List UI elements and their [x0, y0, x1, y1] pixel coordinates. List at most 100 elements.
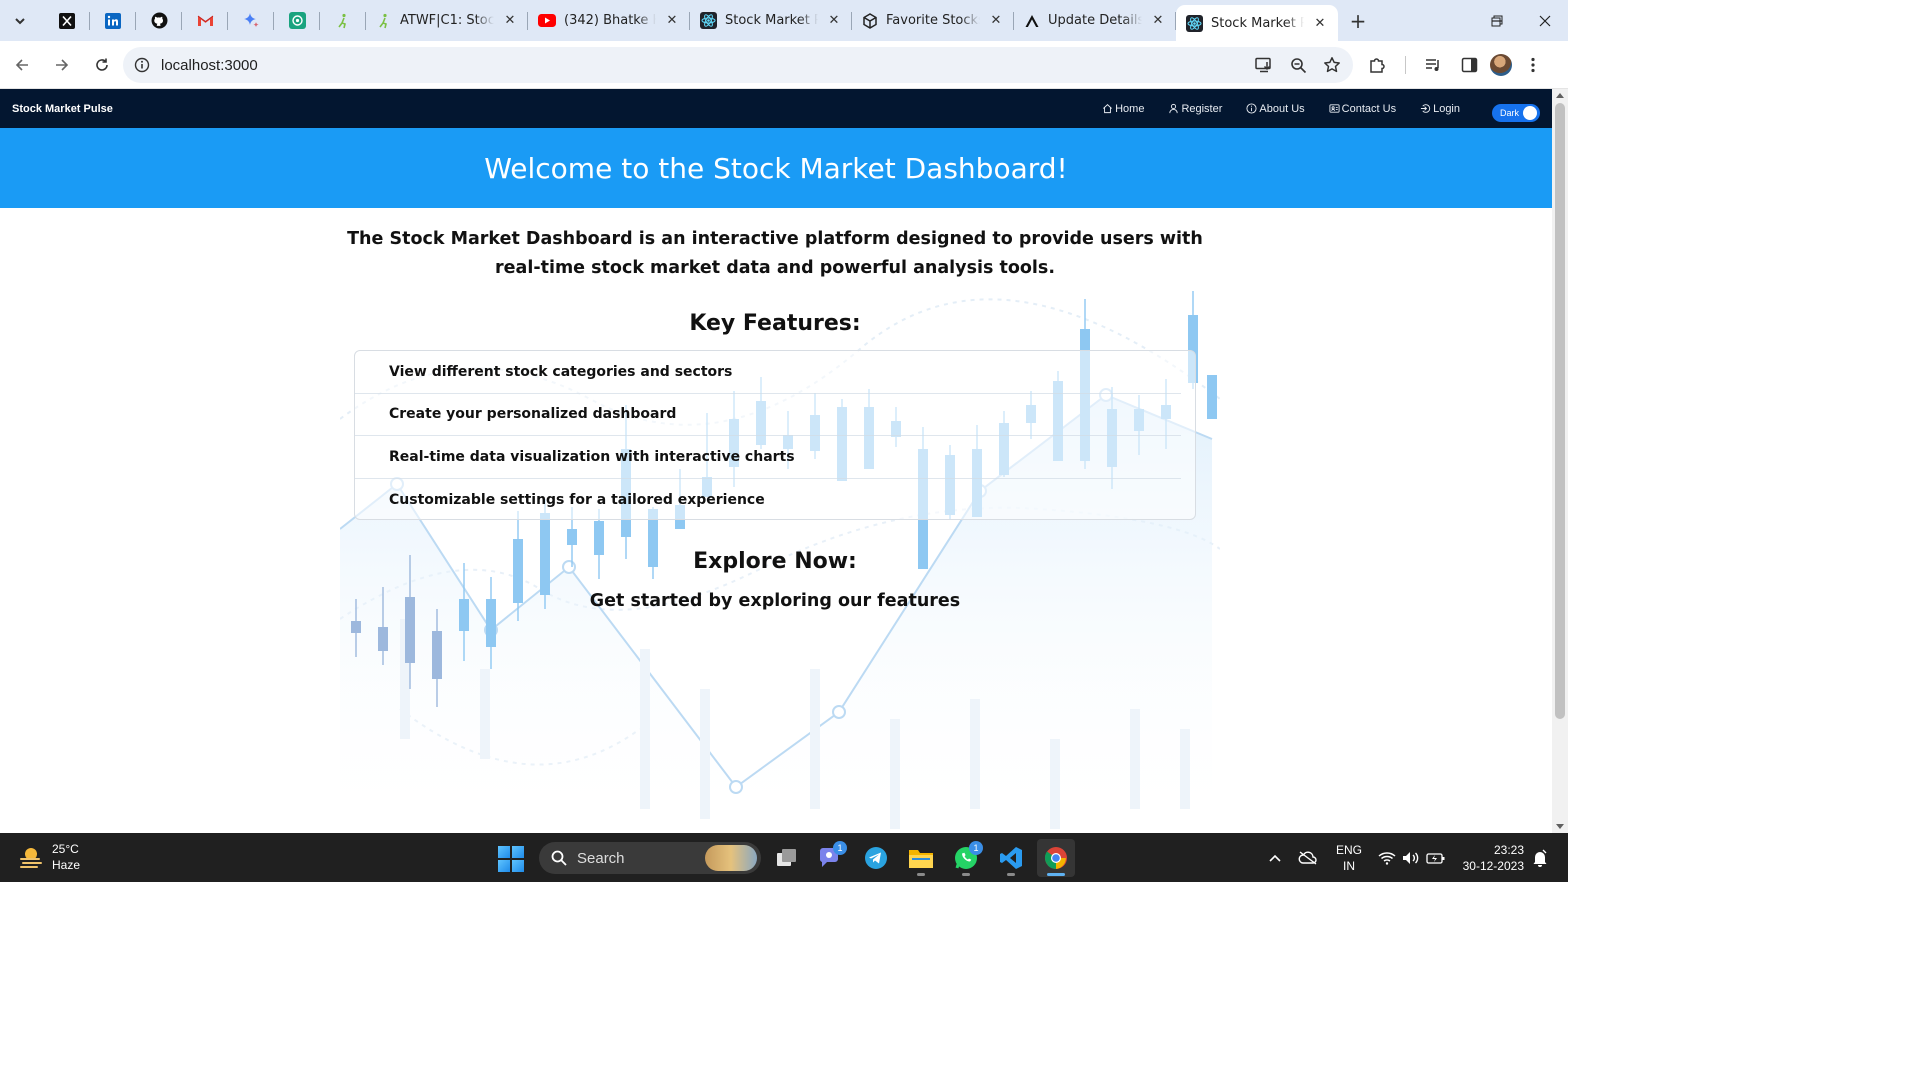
- page-title: Welcome to the Stock Market Dashboard!: [484, 151, 1068, 185]
- close-window-button[interactable]: [1522, 0, 1568, 41]
- list-item: Customizable settings for a tailored exp…: [355, 479, 1181, 522]
- taskbar-file-explorer[interactable]: [902, 839, 940, 877]
- tab-atwf[interactable]: ATWF|C1: Stock Market Pulse ✕: [366, 0, 528, 41]
- tray-volume[interactable]: [1402, 833, 1420, 882]
- close-icon[interactable]: ✕: [988, 13, 1004, 28]
- taskbar-chrome[interactable]: [1037, 839, 1075, 877]
- region-code: IN: [1343, 859, 1355, 873]
- clock-date: 30-12-2023: [1462, 859, 1524, 873]
- media-control-icon[interactable]: [1418, 50, 1448, 80]
- tray-onedrive[interactable]: [1298, 833, 1318, 882]
- taskbar-teams[interactable]: 1: [811, 839, 849, 877]
- tab-search-button[interactable]: [6, 7, 34, 35]
- chrome-icon: [1044, 847, 1067, 869]
- scrollbar-thumb[interactable]: [1555, 103, 1565, 719]
- info-icon: [1246, 103, 1257, 114]
- tab-youtube[interactable]: (342) Bhatke Hue ✕: [528, 0, 690, 41]
- search-label: Search: [577, 849, 625, 867]
- react-icon: [700, 12, 717, 29]
- tab-favorite-stocks[interactable]: Favorite Stocks Collection ✕: [852, 0, 1014, 41]
- candle-body: [432, 631, 442, 679]
- candle-body: [1207, 375, 1217, 419]
- list-item: Create your personalized dashboard: [355, 394, 1181, 436]
- tab-title: Stock Market Pulse: [1211, 15, 1304, 31]
- taskbar-vscode[interactable]: [992, 839, 1030, 877]
- list-item: View different stock categories and sect…: [355, 351, 1181, 394]
- taskbar-search[interactable]: Search: [539, 842, 761, 874]
- tray-overflow-chevron[interactable]: [1268, 833, 1282, 882]
- close-icon[interactable]: ✕: [502, 13, 518, 28]
- codesandbox-icon: [863, 12, 877, 29]
- url-input[interactable]: [161, 56, 1061, 74]
- nav-contact-us[interactable]: Contact Us: [1329, 103, 1396, 115]
- tray-wifi[interactable]: [1378, 833, 1396, 882]
- running-indicator: [1007, 873, 1015, 876]
- home-icon: [1103, 104, 1113, 114]
- brand-logo-text[interactable]: Stock Market Pulse: [12, 103, 113, 115]
- arrow-right-icon: [56, 58, 69, 71]
- react-icon: [1186, 14, 1203, 32]
- linkedin-icon: [105, 12, 121, 29]
- back-button[interactable]: [4, 47, 40, 83]
- nav-label: About Us: [1259, 102, 1305, 115]
- tab-stock-market-pulse-active[interactable]: Stock Market Pulse ✕: [1176, 5, 1338, 41]
- zoom-icon[interactable]: [1285, 52, 1311, 78]
- new-tab-button[interactable]: +: [1342, 5, 1374, 37]
- forward-button[interactable]: [44, 47, 80, 83]
- restore-button[interactable]: [1474, 0, 1520, 41]
- tab-title: (342) Bhatke Hue: [564, 13, 656, 28]
- nav-home[interactable]: Home: [1102, 103, 1144, 115]
- tray-notifications[interactable]: [1532, 833, 1548, 882]
- pinned-tab-gmail[interactable]: [182, 0, 228, 41]
- tab-stock-market-pulse-1[interactable]: Stock Market Pulse ✕: [690, 0, 852, 41]
- running-indicator: [1047, 873, 1065, 876]
- kebab-menu-icon[interactable]: [1518, 50, 1548, 80]
- page-scrollbar[interactable]: [1552, 89, 1568, 833]
- taskbar-clock[interactable]: 23:23 30-12-2023: [1458, 842, 1524, 874]
- scroll-down-arrow-icon[interactable]: [1556, 824, 1564, 829]
- pinned-tab-accessibility[interactable]: [320, 0, 366, 41]
- feature-text: Real-time data visualization with intera…: [389, 448, 795, 465]
- tab-title: Stock Market Pulse: [725, 13, 818, 28]
- taskbar-telegram[interactable]: [857, 839, 895, 877]
- close-icon[interactable]: ✕: [1150, 13, 1166, 28]
- tab-update-details[interactable]: Update Details – ✕: [1014, 0, 1176, 41]
- nav-label: Login: [1433, 102, 1460, 115]
- start-button[interactable]: [498, 846, 524, 872]
- profile-avatar[interactable]: [1490, 54, 1512, 76]
- install-app-icon[interactable]: [1251, 52, 1277, 78]
- site-info-icon[interactable]: [125, 57, 159, 73]
- nav-register[interactable]: Register: [1168, 103, 1222, 115]
- teams-notification-badge: 1: [833, 841, 847, 855]
- pinned-tab-x[interactable]: [44, 0, 90, 41]
- tray-battery[interactable]: [1426, 833, 1446, 882]
- nav-about-us[interactable]: About Us: [1246, 102, 1305, 115]
- language-code: ENG: [1336, 843, 1363, 857]
- close-icon[interactable]: ✕: [664, 13, 680, 28]
- pinned-tab-gemini[interactable]: [228, 0, 274, 41]
- close-icon[interactable]: ✕: [826, 13, 842, 28]
- nav-login[interactable]: Login: [1420, 103, 1460, 115]
- pinned-tab-github[interactable]: [136, 0, 182, 41]
- task-view-icon: [777, 849, 796, 866]
- dark-mode-toggle[interactable]: Dark: [1492, 104, 1540, 122]
- reload-button[interactable]: [84, 47, 120, 83]
- weather-widget[interactable]: 25°C Haze: [18, 841, 80, 873]
- onedrive-offline-icon: [1298, 850, 1317, 865]
- accessibility-icon: [338, 13, 346, 28]
- close-icon[interactable]: ✕: [1312, 16, 1328, 31]
- whatsapp-notification-badge: 1: [969, 841, 983, 855]
- search-highlight-image: [705, 845, 757, 871]
- taskbar-whatsapp[interactable]: 1: [947, 839, 985, 877]
- battery-charging-icon: [1426, 852, 1445, 864]
- address-bar[interactable]: [123, 47, 1353, 83]
- pinned-tab-linkedin[interactable]: [90, 0, 136, 41]
- nav-label: Home: [1115, 102, 1145, 115]
- side-panel-icon[interactable]: [1454, 50, 1484, 80]
- bookmark-star-icon[interactable]: [1319, 52, 1345, 78]
- extensions-puzzle-icon[interactable]: [1362, 50, 1392, 80]
- pinned-tab-chatgpt[interactable]: [274, 0, 320, 41]
- taskbar-task-view[interactable]: [768, 839, 806, 877]
- language-indicator[interactable]: ENG IN: [1336, 842, 1362, 874]
- scroll-up-arrow-icon[interactable]: [1556, 93, 1564, 98]
